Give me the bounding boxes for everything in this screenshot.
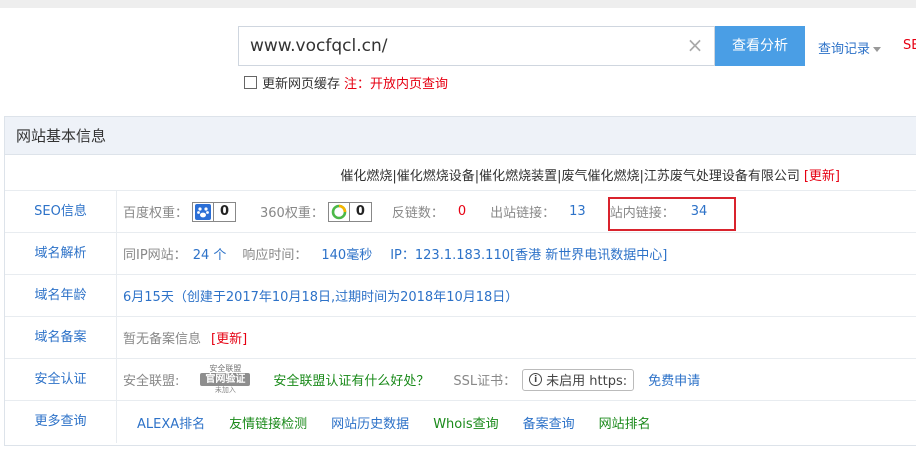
seal-bottom-text: 未加入 bbox=[214, 386, 236, 394]
seal-top-text: 安全联盟 bbox=[209, 364, 242, 373]
seo-label[interactable]: SEO信息 bbox=[5, 191, 117, 232]
ssl-status-box: i 未启用 https: bbox=[522, 368, 635, 391]
company-title: 催化燃烧|催化燃烧设备|催化燃烧装置|废气催化燃烧|江苏废气处理设备有限公司 [更… bbox=[340, 165, 840, 184]
cache-label[interactable]: 更新网页缓存 bbox=[262, 73, 340, 92]
inlinks-highlight bbox=[608, 197, 736, 231]
outlinks-value[interactable]: 13 bbox=[569, 204, 586, 219]
site-rank-link[interactable]: 网站排名 bbox=[599, 413, 651, 432]
baidu-paw-icon bbox=[193, 203, 213, 221]
baidu-weight-label: 百度权重： bbox=[123, 206, 189, 221]
alliance-seal[interactable]: 安全联盟 官网验证 未加入 bbox=[187, 363, 263, 397]
ssl-label: SSL证书： bbox=[453, 374, 517, 389]
more-label[interactable]: 更多查询 bbox=[5, 401, 117, 443]
response-time-value: 140毫秒 bbox=[321, 248, 373, 263]
info-icon: i bbox=[529, 373, 543, 386]
company-name: 催化燃烧|催化燃烧设备|催化燃烧装置|废气催化燃烧|江苏废气处理设备有限公司 bbox=[340, 169, 800, 184]
icp-query-link[interactable]: 备案查询 bbox=[523, 413, 575, 432]
seal-main-text: 官网验证 bbox=[200, 373, 251, 386]
360-weight-label: 360权重： bbox=[260, 206, 324, 221]
alliance-label: 安全联盟: bbox=[123, 374, 180, 389]
response-time-label: 响应时间： bbox=[242, 248, 308, 263]
ip-info[interactable]: IP：123.1.183.110[香港 新世界电讯数据中心] bbox=[390, 244, 667, 263]
seo-link[interactable]: SEO bbox=[903, 38, 916, 53]
alliance-benefit-link[interactable]: 安全联盟认证有什么好处？ bbox=[273, 370, 429, 389]
history-dropdown[interactable]: 查询记录 bbox=[818, 38, 882, 57]
domain-age-row: 域名年龄 6月15天（创建于2017年10月18日,过期时间为2018年10月1… bbox=[5, 275, 916, 317]
baidu-weight-badge[interactable]: 0 bbox=[192, 201, 237, 222]
domain-age-value: 6月15天（创建于2017年10月18日,过期时间为2018年10月18日） bbox=[123, 290, 519, 305]
history-label: 查询记录 bbox=[818, 42, 871, 57]
seo-row: SEO信息 百度权重： 0 360权重： 0 反链数： 0 出站链接： 13 站… bbox=[5, 191, 916, 233]
ssl-status-text: 未启用 https: bbox=[546, 374, 628, 389]
cache-checkbox[interactable] bbox=[244, 76, 257, 89]
360-weight-value: 0 bbox=[348, 202, 371, 221]
search-input[interactable] bbox=[238, 26, 715, 66]
ssl-apply-link[interactable]: 免费申请 bbox=[648, 370, 700, 389]
alexa-rank-link[interactable]: ALEXA排名 bbox=[137, 413, 205, 432]
cert-row: 安全认证 安全联盟: 安全联盟 官网验证 未加入 安全联盟认证有什么好处？ SS… bbox=[5, 359, 916, 401]
icp-label[interactable]: 域名备案 bbox=[5, 317, 117, 358]
chevron-down-icon bbox=[873, 47, 882, 52]
cert-label[interactable]: 安全认证 bbox=[5, 359, 117, 400]
dns-row: 域名解析 同IP网站： 24 个 响应时间： 140毫秒 IP：123.1.18… bbox=[5, 233, 916, 275]
close-icon[interactable]: × bbox=[685, 35, 705, 55]
360-logo-icon bbox=[329, 203, 349, 221]
top-strip bbox=[0, 0, 916, 8]
panel-title: 网站基本信息 bbox=[5, 117, 916, 155]
friend-link-check-link[interactable]: 友情链接检测 bbox=[229, 413, 307, 432]
icp-update-link[interactable]: [更新] bbox=[211, 328, 247, 347]
icp-status: 暂无备案信息 bbox=[123, 332, 202, 347]
company-row: 催化燃烧|催化燃烧设备|催化燃烧装置|废气催化燃烧|江苏废气处理设备有限公司 [更… bbox=[5, 155, 916, 191]
site-history-link[interactable]: 网站历史数据 bbox=[331, 413, 409, 432]
company-update-link[interactable]: [更新] bbox=[804, 169, 840, 184]
cache-option: 更新网页缓存 注：开放内页查询 bbox=[244, 73, 448, 92]
icp-row: 域名备案 暂无备案信息 [更新] bbox=[5, 317, 916, 359]
360-weight-badge[interactable]: 0 bbox=[327, 201, 372, 222]
same-ip-label: 同IP网站： bbox=[123, 248, 187, 263]
more-row: 更多查询 ALEXA排名 友情链接检测 网站历史数据 Whois查询 备案查询 … bbox=[5, 401, 916, 443]
baidu-weight-value: 0 bbox=[213, 202, 236, 221]
backlinks-label: 反链数： bbox=[391, 206, 444, 221]
same-ip-value[interactable]: 24 个 bbox=[193, 244, 227, 263]
whois-link[interactable]: Whois查询 bbox=[433, 413, 498, 432]
dns-label[interactable]: 域名解析 bbox=[5, 233, 117, 274]
outlinks-label: 出站链接： bbox=[490, 206, 556, 221]
search-button[interactable]: 查看分析 bbox=[715, 26, 805, 66]
cache-note: 注：开放内页查询 bbox=[344, 77, 449, 92]
backlinks-value[interactable]: 0 bbox=[458, 204, 466, 219]
site-info-panel: 网站基本信息 催化燃烧|催化燃烧设备|催化燃烧装置|废气催化燃烧|江苏废气处理设… bbox=[4, 116, 916, 446]
domain-age-label[interactable]: 域名年龄 bbox=[5, 275, 117, 316]
